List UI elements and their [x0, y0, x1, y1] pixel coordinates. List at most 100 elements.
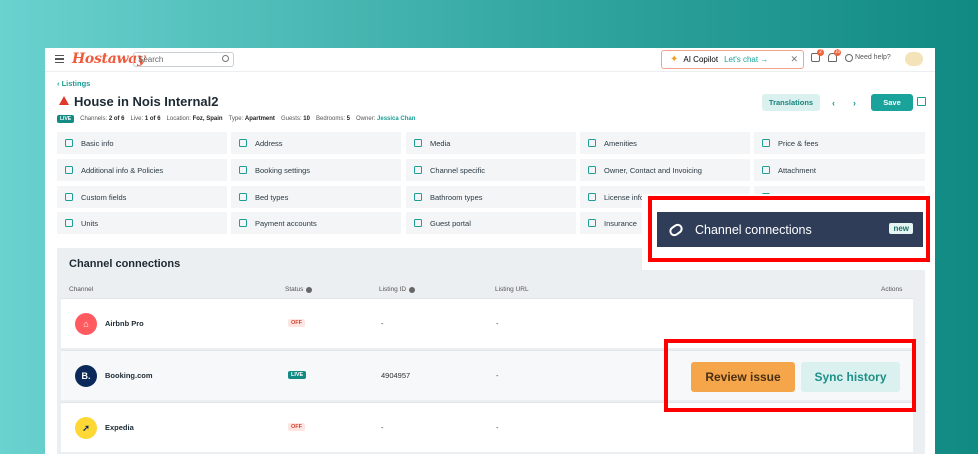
avatar[interactable] [905, 52, 923, 66]
channel-name: Expedia [105, 423, 134, 432]
tile-label: Channel specific [430, 165, 486, 175]
breadcrumb-back[interactable]: ‹ Listings [57, 79, 90, 88]
col-header-listing-id: Listing ID [379, 286, 416, 293]
help-icon[interactable] [845, 53, 853, 62]
tile-label: Units [81, 218, 99, 228]
inbox-badge: 2 [817, 49, 824, 56]
tile-guest-portal[interactable]: Guest portal [406, 212, 576, 234]
live-badge: LIVE [57, 115, 75, 123]
chevron-left-icon[interactable]: ‹ [832, 98, 835, 108]
tile-label: Payment accounts [255, 218, 317, 228]
tile-additional-info-policies[interactable]: Additional info & Policies [57, 159, 227, 181]
tile-icon [239, 193, 247, 201]
tile-label: Basic info [81, 138, 114, 148]
warning-icon [59, 96, 69, 105]
tile-label: Address [255, 138, 283, 148]
copilot-chat-link[interactable]: Let's chat → [724, 55, 768, 64]
airbnb-logo-icon: ⌂ [75, 313, 97, 335]
translations-button[interactable]: Translations [762, 94, 820, 111]
bell-badge: 10 [834, 49, 841, 56]
search-placeholder: Search [138, 55, 164, 64]
tile-icon [762, 166, 770, 174]
tile-amenities[interactable]: Amenities [580, 132, 750, 154]
bell-icon[interactable]: 10 [828, 49, 841, 62]
tile-units[interactable]: Units [57, 212, 227, 234]
tile-icon [65, 193, 73, 201]
tile-label: Bed types [255, 192, 289, 202]
tile-label: Amenities [604, 138, 637, 148]
tile-icon [65, 166, 73, 174]
calendar-icon[interactable] [917, 97, 926, 106]
tile-attachment[interactable]: Attachment [754, 159, 925, 181]
copilot-label: AI Copilot [683, 55, 719, 64]
tile-bed-types[interactable]: Bed types [231, 186, 401, 208]
tile-icon [239, 166, 247, 174]
chevron-right-icon[interactable]: › [853, 98, 856, 108]
tile-label: Bathroom types [430, 192, 483, 202]
tile-media[interactable]: Media [406, 132, 576, 154]
live-meta: Live: 1 of 6 [130, 116, 161, 122]
type-meta: Type: Apartment [228, 116, 275, 122]
tile-owner-contact-and-invoicing[interactable]: Owner, Contact and Invoicing [580, 159, 750, 181]
back-label: Listings [61, 79, 91, 88]
tile-icon [65, 139, 73, 147]
tile-label: Booking settings [255, 165, 311, 175]
tile-icon [588, 219, 596, 227]
owner-meta: Owner: Jessica Chan [356, 116, 416, 122]
sparkle-icon: ✦ [670, 54, 679, 65]
tile-label: Insurance [604, 218, 637, 228]
tile-label: Attachment [778, 165, 816, 175]
tile-payment-accounts[interactable]: Payment accounts [231, 212, 401, 234]
tile-label: Price & fees [778, 138, 819, 148]
help-label[interactable]: Need help? [855, 54, 891, 61]
tile-custom-fields[interactable]: Custom fields [57, 186, 227, 208]
save-button[interactable]: Save [871, 94, 913, 111]
topbar: Hostaway Search ✦ AI Copilot Let's chat … [45, 48, 935, 72]
col-header-actions: Actions [881, 286, 903, 293]
title-text: House in Nois Internal2 [74, 94, 219, 109]
tile-address[interactable]: Address [231, 132, 401, 154]
tile-label: Custom fields [81, 192, 127, 202]
section-title: Channel connections [69, 258, 181, 270]
tile-channel-specific[interactable]: Channel specific [406, 159, 576, 181]
highlight-box [648, 196, 930, 262]
tile-icon [588, 193, 596, 201]
tile-booking-settings[interactable]: Booking settings [231, 159, 401, 181]
page-title: House in Nois Internal2 [59, 94, 218, 109]
channel-name: Booking.com [105, 371, 153, 380]
tile-icon [762, 139, 770, 147]
listing-id: - [381, 423, 384, 432]
info-icon [306, 286, 313, 293]
tile-icon [588, 166, 596, 174]
status-badge: OFF [288, 319, 305, 327]
menu-icon[interactable] [55, 55, 64, 64]
listing-id: - [381, 319, 384, 328]
close-icon[interactable]: ✕ [790, 54, 798, 65]
tile-price-fees[interactable]: Price & fees [754, 132, 925, 154]
listing-url: - [496, 423, 499, 432]
status-badge: LIVE [288, 371, 307, 379]
info-icon [409, 286, 416, 293]
inbox-icon[interactable]: 2 [811, 49, 824, 62]
tile-basic-info[interactable]: Basic info [57, 132, 227, 154]
ai-copilot-button[interactable]: ✦ AI Copilot Let's chat → ✕ [661, 50, 804, 69]
listing-meta: LIVE Channels: 2 of 6 Live: 1 of 6 Locat… [57, 115, 415, 123]
tile-icon [414, 219, 422, 227]
tile-label: Media [430, 138, 451, 148]
tile-label: Owner, Contact and Invoicing [604, 165, 702, 175]
booking-logo-icon: B. [75, 365, 97, 387]
owner-link[interactable]: Jessica Chan [377, 116, 415, 122]
search-input[interactable]: Search [133, 52, 234, 67]
col-header-channel: Channel [69, 286, 94, 293]
tile-label: Additional info & Policies [81, 165, 164, 175]
tile-icon [239, 139, 247, 147]
listing-url: - [496, 319, 499, 328]
listing-id: 4904957 [381, 371, 411, 380]
guests-meta: Guests: 10 [280, 116, 310, 122]
tile-icon [65, 219, 73, 227]
channels-meta: Channels: 2 of 6 [80, 116, 125, 122]
tile-label: Guest portal [430, 218, 471, 228]
tile-bathroom-types[interactable]: Bathroom types [406, 186, 576, 208]
channel-name: Airbnb Pro [105, 319, 144, 328]
tile-icon [414, 139, 422, 147]
